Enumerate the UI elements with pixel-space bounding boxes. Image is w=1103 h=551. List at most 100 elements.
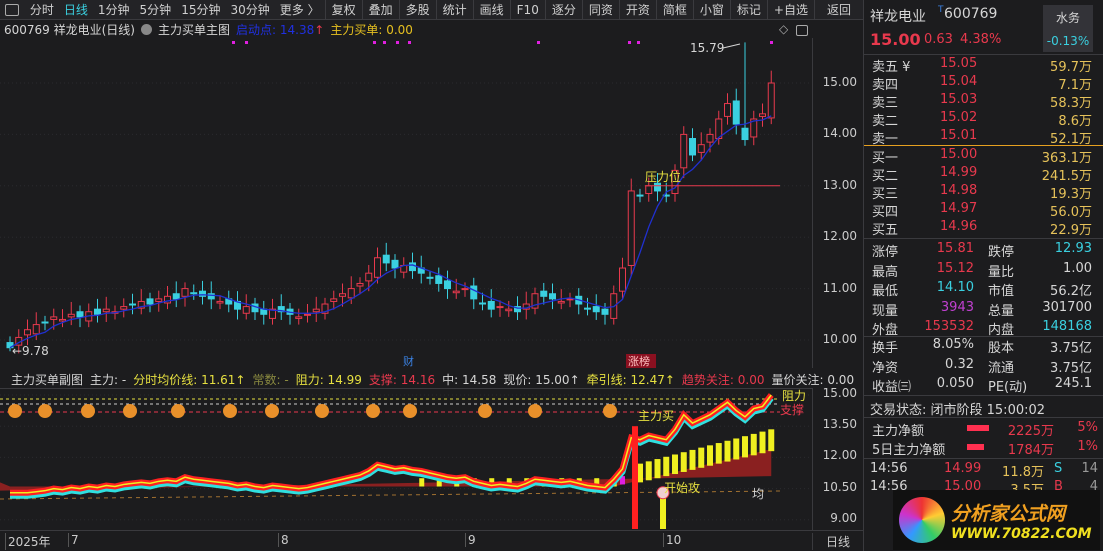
stat-label: 量比 (988, 264, 1015, 280)
toolbar-button[interactable]: 复权 (324, 0, 362, 20)
period-tab[interactable]: 更多 〉 (275, 1, 325, 18)
price-tick: 12.00 (822, 448, 857, 463)
price-tick: 10.50 (822, 479, 857, 494)
bid-row[interactable]: 买三 14.98 19.3万 (864, 183, 1103, 202)
candle-body (172, 293, 180, 300)
annotation-attack: 开始攻 (664, 481, 700, 495)
stat-value: 3943 (940, 299, 974, 315)
toolbar-button[interactable]: 开资 (618, 0, 656, 20)
date-axis: 2025年 7 8 9 10 日线 (0, 530, 863, 551)
candle-body (312, 308, 320, 313)
candle-body (391, 259, 399, 269)
stat-value: 14.10 (936, 280, 974, 295)
ask-row[interactable]: 卖五 ¥ 15.05 59.7万 (864, 56, 1103, 75)
stat-label: 现量 (872, 303, 899, 319)
period-tab[interactable]: 1分钟 (93, 1, 135, 18)
signal-dot (373, 41, 376, 44)
signal-dot (537, 41, 540, 44)
annotation-support: 支撑 (780, 402, 804, 417)
period-tab[interactable]: 15分钟 (176, 1, 225, 18)
period-tab[interactable]: 30分钟 (225, 1, 274, 18)
level-price: 15.00 (940, 147, 978, 162)
diamond-icon[interactable]: ◇ (779, 22, 788, 36)
stat-value: 3.75亿 (1050, 341, 1092, 356)
settings-circle-icon[interactable] (141, 24, 152, 35)
level-volume: 19.3万 (1050, 187, 1092, 202)
volume-bar (689, 449, 696, 470)
date-label: 9 (465, 533, 476, 547)
toolbar-button[interactable]: 小窗 (692, 0, 730, 20)
tick-time: 14:56 (870, 461, 908, 476)
toolbar-button[interactable]: F10 (509, 0, 545, 20)
stat-label: 流通 (988, 360, 1015, 376)
divider (864, 238, 1103, 239)
stat-row: 换手 8.05% 股本 3.75亿 (864, 337, 1103, 356)
volume-bar (733, 438, 740, 460)
candle-body (759, 113, 766, 117)
volume-bar (419, 478, 425, 487)
toolbar-button[interactable]: 简框 (655, 0, 693, 20)
stat-label: 最高 (872, 264, 899, 280)
toolbar-button[interactable]: 统计 (435, 0, 473, 20)
toolbar-button[interactable]: 返回 (813, 0, 863, 20)
stat-value: 15.81 (936, 241, 974, 256)
toolbar-button[interactable]: 同资 (581, 0, 619, 20)
bid-row[interactable]: 买二 14.99 241.5万 (864, 165, 1103, 184)
candle-body (356, 282, 364, 287)
ask-row[interactable]: 卖三 15.03 58.3万 (864, 92, 1103, 111)
up-arrow-marker-icon (315, 404, 329, 418)
volume-bar (654, 459, 661, 479)
toolbar-button[interactable]: 画线 (472, 0, 510, 20)
toolbar-button[interactable]: 标记 (729, 0, 767, 20)
level-label: 卖五 ¥ (872, 60, 911, 75)
candle-body (242, 306, 250, 314)
signal-dot (245, 41, 248, 44)
sub-indicator-chart[interactable]: 主力买开始攻 均 阻力支撑 (0, 388, 812, 530)
toolbar-button[interactable]: 叠加 (361, 0, 399, 20)
sector-change: -0.13% (1046, 34, 1090, 48)
stat-value: 15.12 (936, 260, 974, 276)
candle-body (382, 254, 390, 264)
price-tick: 15.00 (822, 75, 857, 89)
divider (864, 54, 1103, 55)
up-arrow-marker-icon (81, 404, 95, 418)
candle-body (767, 82, 775, 119)
flow-label: 主力净额 (872, 424, 925, 439)
panel-toggle-icon[interactable] (5, 3, 19, 16)
ask-row[interactable]: 卖四 15.04 7.1万 (864, 74, 1103, 93)
toolbar-button[interactable]: +自选 (766, 0, 814, 20)
toolbar-button[interactable]: 多股 (398, 0, 436, 20)
price-tick: 13.50 (822, 417, 857, 432)
candlestick-chart[interactable]: 15.79 ←9.78 压力位财 涨榜 (0, 38, 812, 368)
level-price: 14.97 (940, 201, 978, 216)
bid-row[interactable]: 买五 14.96 22.9万 (864, 219, 1103, 238)
period-tab[interactable]: 分时 (25, 1, 59, 18)
price-tick: 12.00 (822, 229, 857, 244)
bid-row[interactable]: 买一 15.00 363.1万 (864, 147, 1103, 166)
level-volume: 363.1万 (1041, 151, 1092, 166)
price-tick: 14.00 (822, 126, 857, 141)
ask-row[interactable]: 卖二 15.02 8.6万 (864, 110, 1103, 129)
candle-body (435, 275, 443, 284)
stat-value: 3.75亿 (1050, 360, 1092, 376)
candle-body (190, 292, 198, 295)
main-price-axis: 15.00 14.00 13.00 12.00 11.00 10.00 (812, 38, 863, 368)
indicator-name[interactable]: 主力买单主图 (158, 21, 230, 38)
toolbar-button[interactable]: 逐分 (544, 0, 582, 20)
level-price: 14.98 (940, 183, 978, 198)
signal-dot (408, 41, 411, 44)
candle-body (706, 133, 714, 143)
period-tab[interactable]: 5分钟 (135, 1, 177, 18)
period-tab[interactable]: 日线 (59, 1, 93, 18)
stock-name: 祥龙电业 (870, 9, 926, 25)
indicator-value: 趋势关注: 0.00 (681, 372, 765, 387)
sub-chart-title[interactable]: 主力买单副图 (11, 371, 83, 388)
panel-toggle-icon[interactable] (796, 25, 808, 36)
stat-value: 153532 (924, 319, 974, 334)
period-label[interactable]: 日线 (812, 533, 863, 550)
bid-row[interactable]: 买四 14.97 56.0万 (864, 201, 1103, 220)
sector-button[interactable]: 水务 -0.13% (1043, 5, 1093, 52)
ask-row[interactable]: 卖一 15.01 52.1万 (864, 128, 1103, 147)
stat-value: 0.32 (945, 356, 974, 372)
signal-dot (637, 41, 640, 44)
